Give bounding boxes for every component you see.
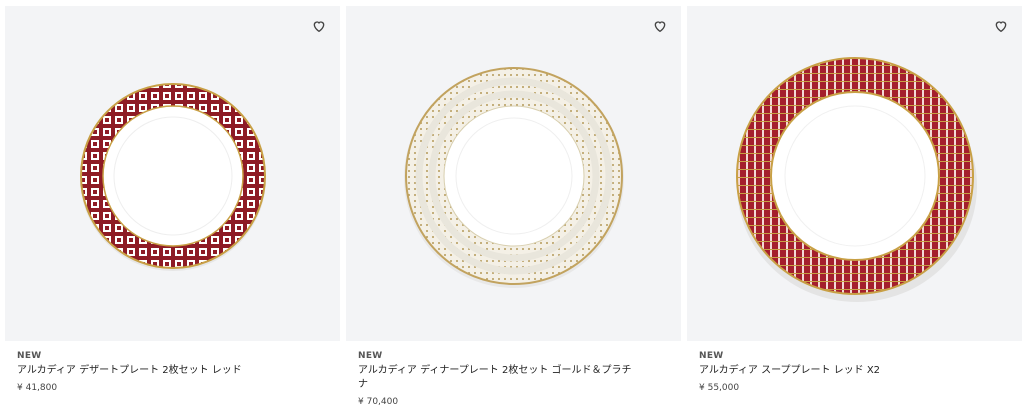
heart-icon: [313, 21, 325, 33]
new-badge: NEW: [358, 351, 383, 361]
product-card[interactable]: NEW アルカディア ディナープレート 2枚セット ゴールド＆プラチナ ¥ 70…: [346, 6, 681, 408]
product-price: ¥ 70,400: [358, 397, 399, 407]
product-name[interactable]: アルカディア スーププレート レッド X2: [699, 364, 979, 378]
product-card[interactable]: NEW アルカディア スーププレート レッド X2 ¥ 55,000: [687, 6, 1022, 394]
favorite-button[interactable]: [310, 17, 328, 35]
dessert-plate-red-image: [80, 83, 266, 271]
product-price: ¥ 55,000: [699, 383, 740, 393]
product-name[interactable]: アルカディア デザートプレート 2枚セット レッド: [17, 364, 297, 378]
dinner-plate-gold-platinum-image: [404, 67, 624, 288]
new-badge: NEW: [17, 351, 42, 361]
heart-icon: [654, 21, 666, 33]
product-image[interactable]: [346, 6, 681, 341]
product-grid: NEW アルカディア デザートプレート 2枚セット レッド ¥ 41,800 N…: [0, 0, 1024, 412]
product-image[interactable]: [687, 6, 1022, 341]
heart-icon: [995, 21, 1007, 33]
new-badge: NEW: [699, 351, 724, 361]
product-card[interactable]: NEW アルカディア デザートプレート 2枚セット レッド ¥ 41,800: [5, 6, 340, 394]
product-image[interactable]: [5, 6, 340, 341]
product-name[interactable]: アルカディア ディナープレート 2枚セット ゴールド＆プラチナ: [358, 364, 638, 392]
favorite-button[interactable]: [651, 17, 669, 35]
favorite-button[interactable]: [992, 17, 1010, 35]
product-price: ¥ 41,800: [17, 383, 58, 393]
soup-plate-red-image: [736, 57, 977, 302]
